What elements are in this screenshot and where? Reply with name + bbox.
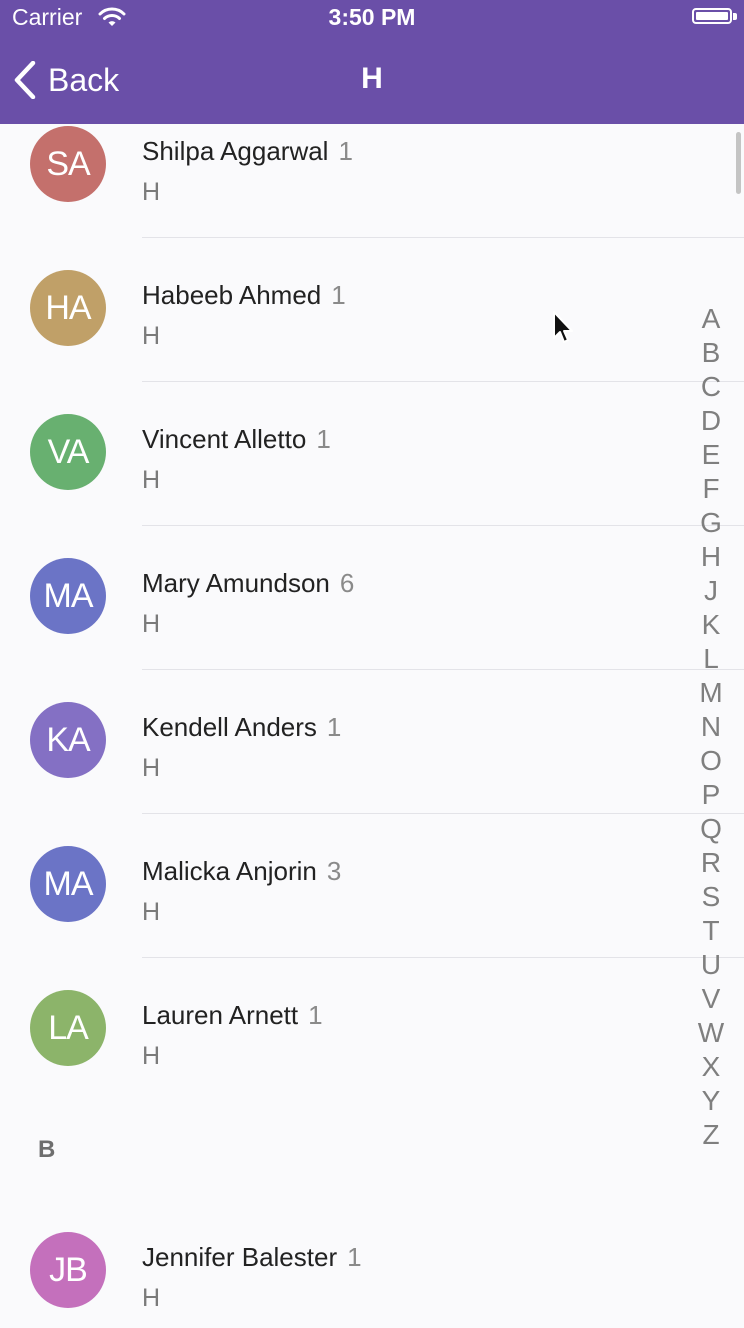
index-letter[interactable]: O xyxy=(700,744,722,778)
index-letter[interactable]: Q xyxy=(700,812,722,846)
contact-subtitle: H xyxy=(142,178,161,206)
contact-count: 1 xyxy=(326,712,342,742)
contact-name: Lauren Arnett 1 xyxy=(142,1000,323,1031)
section-index[interactable]: ABCDEFGHJKLMNOPQRSTUVWXYZ xyxy=(694,302,728,1152)
index-letter[interactable]: E xyxy=(702,438,721,472)
contact-name: Mary Amundson 6 xyxy=(142,568,354,599)
avatar: LA xyxy=(30,990,106,1066)
contact-subtitle: H xyxy=(142,610,161,638)
scrollbar[interactable] xyxy=(736,132,741,194)
contact-count: 1 xyxy=(338,136,353,166)
index-letter[interactable]: V xyxy=(702,982,721,1016)
avatar: VA xyxy=(30,414,106,490)
contact-name: Habeeb Ahmed 1 xyxy=(142,280,346,311)
status-time: 3:50 PM xyxy=(328,4,416,30)
navigation-bar: Back H xyxy=(0,34,744,124)
contact-name-text: Jennifer Balester xyxy=(142,1242,338,1272)
section-header-b: B xyxy=(38,1136,56,1163)
index-letter[interactable]: B xyxy=(702,336,721,370)
contact-subtitle: H xyxy=(142,1284,161,1312)
contact-name-text: Habeeb Ahmed xyxy=(142,280,322,310)
index-letter[interactable]: K xyxy=(702,608,721,642)
index-letter[interactable]: H xyxy=(701,540,721,574)
contact-name-text: Mary Amundson xyxy=(142,568,330,598)
contact-count: 1 xyxy=(347,1242,362,1272)
index-letter[interactable]: X xyxy=(702,1050,721,1084)
contact-row[interactable]: HA Habeeb Ahmed 1 H xyxy=(0,268,744,412)
contact-name-text: Shilpa Aggarwal xyxy=(142,136,329,166)
contact-name: Jennifer Balester 1 xyxy=(142,1242,362,1273)
index-letter[interactable]: R xyxy=(701,846,721,880)
status-bar: Carrier 3:50 PM xyxy=(0,0,744,34)
contact-name: Malicka Anjorin 3 xyxy=(142,856,341,887)
row-separator xyxy=(142,669,744,670)
index-letter[interactable]: N xyxy=(701,710,721,744)
contact-name: Vincent Alletto 1 xyxy=(142,424,331,455)
battery-icon xyxy=(692,8,732,24)
header-bar: Carrier 3:50 PM Back H xyxy=(0,0,744,124)
avatar: HA xyxy=(30,270,106,346)
contact-name-text: Lauren Arnett xyxy=(142,1000,299,1030)
contact-count: 6 xyxy=(339,568,355,598)
index-letter[interactable]: S xyxy=(702,880,721,914)
index-letter[interactable]: G xyxy=(700,506,722,540)
index-letter[interactable]: L xyxy=(703,642,719,676)
index-letter[interactable]: P xyxy=(702,778,721,812)
avatar: KA xyxy=(30,702,106,778)
index-letter[interactable]: Z xyxy=(702,1118,719,1152)
contact-row[interactable]: JB Jennifer Balester 1 H xyxy=(0,1230,690,1328)
contact-name: Shilpa Aggarwal 1 xyxy=(142,136,353,167)
contact-name-text: Vincent Alletto xyxy=(142,424,307,454)
mouse-pointer-icon xyxy=(553,311,573,343)
index-letter[interactable]: J xyxy=(704,574,718,608)
row-separator xyxy=(142,957,744,958)
row-separator xyxy=(142,381,744,382)
battery-tip xyxy=(733,13,737,20)
contact-subtitle: H xyxy=(142,898,161,926)
contact-row[interactable]: MA Mary Amundson 6 H xyxy=(0,556,744,700)
row-separator xyxy=(142,525,744,526)
avatar: MA xyxy=(30,558,106,634)
page-title: H xyxy=(361,62,383,95)
contact-name-text: Kendell Anders xyxy=(142,712,317,742)
contact-count: 1 xyxy=(331,280,346,310)
avatar: MA xyxy=(30,846,106,922)
avatar: JB xyxy=(30,1232,106,1308)
index-letter[interactable]: F xyxy=(702,472,719,506)
contact-subtitle: H xyxy=(142,322,161,350)
contact-count: 1 xyxy=(316,424,331,454)
avatar: SA xyxy=(30,126,106,202)
index-letter[interactable]: W xyxy=(698,1016,724,1050)
contact-subtitle: H xyxy=(142,466,161,494)
row-separator xyxy=(142,237,744,238)
index-letter[interactable]: T xyxy=(702,914,719,948)
contact-row[interactable]: LA Lauren Arnett 1 H xyxy=(0,988,690,1132)
contact-subtitle: H xyxy=(142,754,161,782)
index-letter[interactable]: Y xyxy=(702,1084,721,1118)
contact-subtitle: H xyxy=(142,1042,161,1070)
contact-name: Kendell Anders 1 xyxy=(142,712,341,743)
contact-count: 3 xyxy=(326,856,342,886)
index-letter[interactable]: D xyxy=(701,404,721,438)
index-letter[interactable]: C xyxy=(701,370,721,404)
contact-name-text: Malicka Anjorin xyxy=(142,856,317,886)
contact-row[interactable]: KA Kendell Anders 1 H xyxy=(0,700,744,844)
index-letter[interactable]: M xyxy=(699,676,722,710)
row-separator xyxy=(142,813,744,814)
contacts-list[interactable]: SA Shilpa Aggarwal 1 H HA Habeeb Ahmed 1 H VA Vin… xyxy=(0,124,744,1328)
contact-row[interactable]: VA Vincent Alletto 1 H xyxy=(0,412,744,556)
contact-row[interactable]: SA Shilpa Aggarwal 1 H xyxy=(0,124,744,268)
index-letter[interactable]: U xyxy=(701,948,721,982)
contact-row[interactable]: MA Malicka Anjorin 3 H xyxy=(0,844,744,988)
contact-count: 1 xyxy=(308,1000,323,1030)
index-letter[interactable]: A xyxy=(702,302,721,336)
